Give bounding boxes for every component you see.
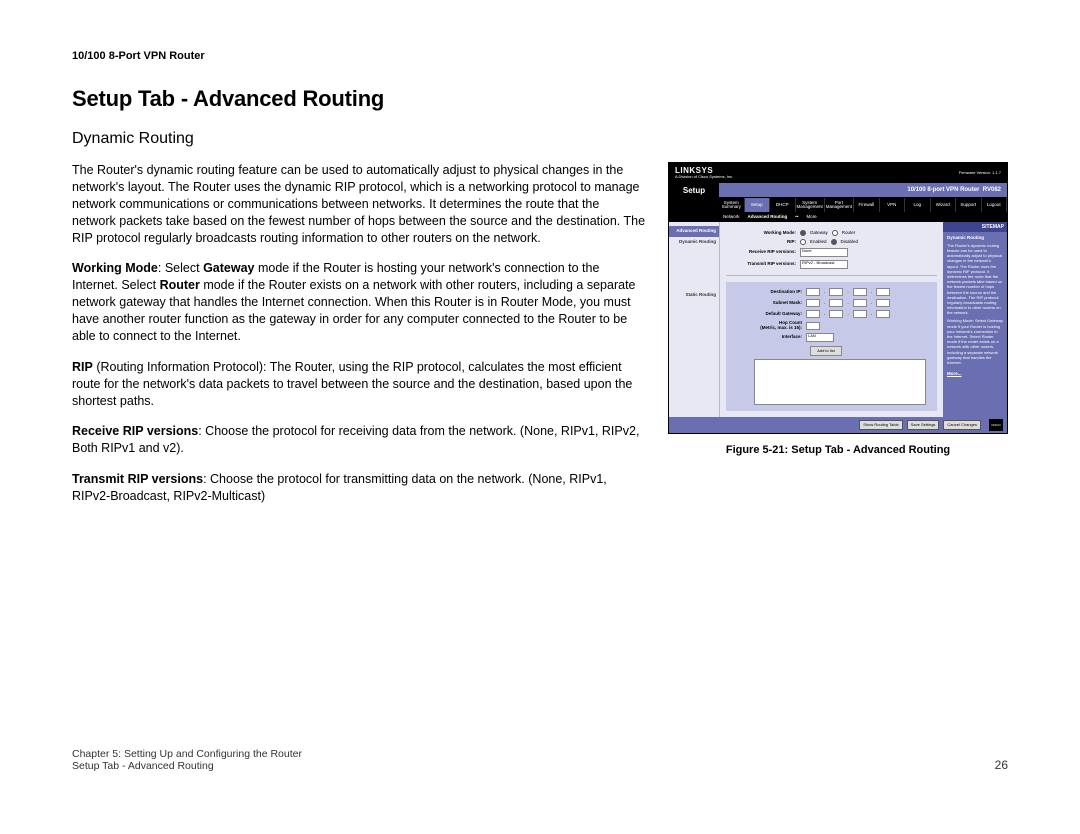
gw-2[interactable] bbox=[829, 310, 843, 318]
side-hdr: Advanced Routing bbox=[669, 226, 719, 237]
opt-router: Router bbox=[842, 231, 856, 236]
figure-caption: Figure 5-21: Setup Tab - Advanced Routin… bbox=[668, 444, 1008, 456]
destip-2[interactable] bbox=[829, 288, 843, 296]
sitemap-panel: SITEMAP Dynamic Routing The Router's dyn… bbox=[943, 222, 1007, 417]
rip-paragraph: RIP (Routing Information Protocol): The … bbox=[72, 359, 646, 410]
tab-log[interactable]: Log bbox=[905, 198, 931, 212]
tab-wizard[interactable]: Wizard bbox=[931, 198, 957, 212]
tab-system-summary[interactable]: System Summary bbox=[719, 198, 745, 212]
show-routing-table-button[interactable]: Show Routing Table bbox=[859, 420, 903, 430]
body-text-column: The Router's dynamic routing feature can… bbox=[72, 162, 646, 519]
footer-chapter: Chapter 5: Setting Up and Configuring th… bbox=[72, 748, 302, 760]
destip-4[interactable] bbox=[876, 288, 890, 296]
subtab-more[interactable]: More bbox=[806, 215, 816, 220]
add-to-list-button[interactable]: Add to list bbox=[810, 346, 842, 356]
cancel-changes-button[interactable]: Cancel Changes bbox=[943, 420, 981, 430]
radio-disabled[interactable] bbox=[831, 239, 837, 245]
tab-firewall[interactable]: Firewall bbox=[854, 198, 880, 212]
sitemap-more[interactable]: More... bbox=[947, 371, 1003, 377]
figure-column: LINKSYS A Division of Cisco Systems, Inc… bbox=[668, 162, 1008, 456]
side-dynamic[interactable]: Dynamic Routing bbox=[669, 238, 719, 247]
cisco-logo: CISCO bbox=[989, 419, 1003, 431]
subtab-network[interactable]: Network bbox=[723, 215, 740, 220]
footer-crumb: Setup Tab - Advanced Routing bbox=[72, 760, 302, 772]
hop-input[interactable] bbox=[806, 322, 820, 330]
gw-3[interactable] bbox=[853, 310, 867, 318]
route-list[interactable] bbox=[754, 359, 926, 405]
page-title: Setup Tab - Advanced Routing bbox=[72, 86, 1008, 112]
subtab-advanced-routing[interactable]: Advanced Routing bbox=[748, 215, 788, 220]
lbl-subnet: Subnet Mask: bbox=[732, 301, 802, 306]
intro-paragraph: The Router's dynamic routing feature can… bbox=[72, 162, 646, 246]
side-static[interactable]: Static Routing bbox=[669, 291, 719, 300]
router-ui-screenshot: LINKSYS A Division of Cisco Systems, Inc… bbox=[668, 162, 1008, 434]
page-footer: Chapter 5: Setting Up and Configuring th… bbox=[72, 748, 1008, 772]
save-settings-button[interactable]: Save Settings bbox=[907, 420, 940, 430]
sitemap-header: SITEMAP bbox=[943, 222, 1007, 232]
subnet-4[interactable] bbox=[876, 299, 890, 307]
lbl-rip: RIP: bbox=[726, 240, 796, 245]
select-iface[interactable]: LAN bbox=[806, 333, 834, 342]
subnet-3[interactable] bbox=[853, 299, 867, 307]
lbl-trans: Transmit RIP versions: bbox=[726, 262, 796, 267]
tab-system-management[interactable]: System Management bbox=[796, 198, 825, 212]
select-trans[interactable]: RIPv2 - Broadcast bbox=[800, 260, 848, 269]
model-title: 10/100 8-port VPN Router RV082 bbox=[719, 183, 1007, 198]
lbl-recv: Receive RIP versions: bbox=[726, 250, 796, 255]
select-recv[interactable]: None bbox=[800, 248, 848, 257]
lbl-hop: Hop Count(Metric, max. is 15): bbox=[732, 321, 802, 330]
tab-port-management[interactable]: Port Management bbox=[825, 198, 854, 212]
working-mode-paragraph: Working Mode: Select Gateway mode if the… bbox=[72, 260, 646, 344]
opt-gateway: Gateway bbox=[810, 231, 828, 236]
lbl-working-mode: Working Mode: bbox=[726, 231, 796, 236]
receive-rip-paragraph: Receive RIP versions: Choose the protoco… bbox=[72, 423, 646, 457]
brand-sub: A Division of Cisco Systems, Inc. bbox=[675, 174, 733, 179]
lbl-iface: Interface: bbox=[732, 335, 802, 340]
tab-logout[interactable]: Logout bbox=[982, 198, 1008, 212]
transmit-rip-paragraph: Transmit RIP versions: Choose the protoc… bbox=[72, 471, 646, 505]
section-heading: Dynamic Routing bbox=[72, 130, 1008, 148]
gw-1[interactable] bbox=[806, 310, 820, 318]
radio-enabled[interactable] bbox=[800, 239, 806, 245]
subnet-2[interactable] bbox=[829, 299, 843, 307]
radio-gateway[interactable] bbox=[800, 230, 806, 236]
subnet-1[interactable] bbox=[806, 299, 820, 307]
lbl-destip: Destination IP: bbox=[732, 290, 802, 295]
page-number: 26 bbox=[995, 758, 1008, 772]
setup-title: Setup bbox=[669, 183, 719, 198]
subtab-sep: •• bbox=[795, 215, 798, 220]
tab-support[interactable]: Support bbox=[956, 198, 982, 212]
firmware-label: Firmware Version: 1.1.7 bbox=[959, 171, 1001, 175]
tab-setup[interactable]: Setup bbox=[745, 198, 771, 212]
tab-dhcp[interactable]: DHCP bbox=[770, 198, 796, 212]
gw-4[interactable] bbox=[876, 310, 890, 318]
tab-vpn[interactable]: VPN bbox=[880, 198, 906, 212]
radio-router[interactable] bbox=[832, 230, 838, 236]
product-header: 10/100 8-Port VPN Router bbox=[72, 50, 1008, 62]
destip-1[interactable] bbox=[806, 288, 820, 296]
destip-3[interactable] bbox=[853, 288, 867, 296]
lbl-gateway: Default Gateway: bbox=[732, 312, 802, 317]
